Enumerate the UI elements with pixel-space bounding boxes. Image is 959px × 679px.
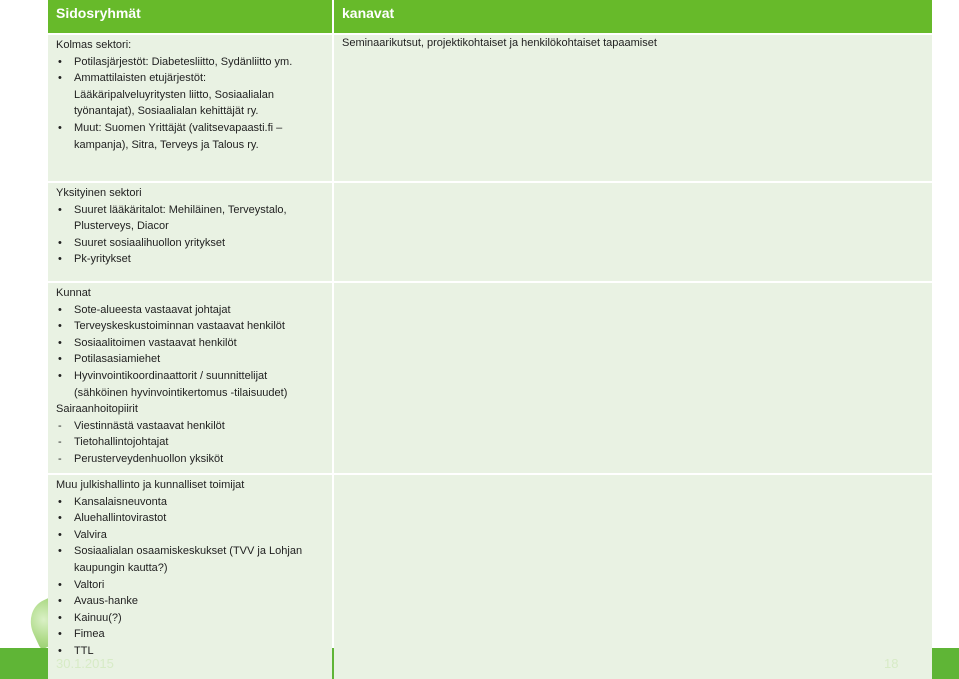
- group-heading: Yksityinen sektori: [56, 187, 142, 199]
- list-item-line: Kainuu(?): [74, 611, 122, 624]
- list-item: - Perusterveydenhuollon yksiköt: [56, 451, 326, 468]
- list-item-line: työnantajat), Sosiaalialan kehittäjät ry…: [74, 105, 259, 118]
- bullet-icon: •: [58, 236, 62, 249]
- bullet-icon: •: [58, 495, 62, 508]
- list-item-line: Plusterveys, Diacor: [74, 220, 169, 233]
- cell-private-sector: Yksityinen sektori • Suuret lääkäritalot: …: [48, 183, 332, 281]
- bullet-icon: •: [58, 353, 62, 366]
- list-item-line: Tietohallintojohtajat: [74, 436, 169, 449]
- list-item: • Muut: Suomen Yrittäjät (valitsevapaasti…: [56, 120, 326, 153]
- bullet-icon: •: [58, 336, 62, 349]
- list-item-line: Valvira: [74, 528, 107, 541]
- list-item-line: Terveyskeskustoiminnan vastaavat henkilö…: [74, 320, 285, 333]
- list-item-line: Suuret lääkäritalot: Mehiläinen, Terveys…: [74, 203, 287, 216]
- list-item: • Suuret lääkäritalot: Mehiläinen, Tervey…: [56, 202, 326, 235]
- list-item: • Potilasjärjestöt: Diabetesliitto, Sydän…: [56, 54, 326, 71]
- bullet-icon: •: [58, 545, 62, 558]
- list-item-line: Sosiaalitoimen vastaavat henkilöt: [74, 336, 237, 349]
- list-item-line: Potilasasiamiehet: [74, 353, 161, 366]
- list-item-line: Perusterveydenhuollon yksiköt: [74, 452, 224, 465]
- list-item-line: Kansalaisneuvonta: [74, 495, 167, 508]
- list-item-line: Muut: Suomen Yrittäjät (valitsevapaasti.…: [74, 121, 283, 134]
- group-heading: Kunnat: [56, 287, 91, 299]
- list-item: • Sosiaalitoimen vastaavat henkilöt: [56, 335, 326, 352]
- dash-marker: -: [58, 452, 62, 465]
- channels-text: Seminaarikutsut, projektikohtaiset ja he…: [342, 37, 657, 49]
- list-item-line: kaupungin kautta?): [74, 561, 168, 574]
- list-item: • Ammattilaisten etujärjestöt: Lääkäripalv…: [56, 70, 326, 120]
- list-item: • Sosiaalialan osaamiskeskukset (TVV ja L…: [56, 543, 326, 576]
- list-item-line: Valtori: [74, 578, 105, 591]
- list-item: • Kansalaisneuvonta: [56, 494, 326, 511]
- group-heading: Kolmas sektori:: [56, 39, 132, 51]
- bullet-icon: •: [58, 512, 62, 525]
- cell-third-sector: Kolmas sektori: • Potilasjärjestöt: Diabet…: [48, 35, 332, 181]
- list-item: • Valtori: [56, 577, 326, 594]
- list-item: • Suuret sosiaalihuollon yritykset: [56, 235, 326, 252]
- list-item-line: Viestinnästä vastaavat henkilöt: [74, 419, 225, 432]
- list-item-line: Hyvinvointikoordinaattorit / suunnitteli…: [74, 369, 268, 382]
- list-item-line: Ammattilaisten etujärjestöt:: [74, 72, 207, 85]
- list-item-line: Aluehallintovirastot: [74, 512, 167, 525]
- list-item-line: Sosiaalialan osaamiskeskukset (TVV ja Lo…: [74, 545, 303, 558]
- footer-date: 30.1.2015: [56, 656, 114, 671]
- list-item: • Kainuu(?): [56, 610, 326, 627]
- bullet-icon: •: [58, 253, 62, 266]
- cell-municipalities: Kunnat • Sote-alueesta vastaavat johtajat •…: [48, 283, 332, 473]
- cell-other-public: Muu julkishallinto ja kunnalliset toimij…: [48, 475, 332, 679]
- cell-private-sector-channels: [334, 183, 932, 281]
- dash-marker: -: [58, 419, 62, 432]
- bullet-icon: •: [58, 628, 62, 641]
- bullet-icon: •: [58, 611, 62, 624]
- cell-other-public-channels: [334, 475, 932, 679]
- page-number: 18: [884, 656, 899, 671]
- list-item: • Sote-alueesta vastaavat johtajat: [56, 302, 326, 319]
- list-item: • Valvira: [56, 527, 326, 544]
- group-heading: Muu julkishallinto ja kunnalliset toimij…: [56, 479, 245, 491]
- header-stakeholders: Sidosryhmät: [48, 0, 332, 33]
- list-item-line: Suuret sosiaalihuollon yritykset: [74, 236, 226, 249]
- list-item-line: (sähköinen hyvinvointikertomus -tilaisuu…: [74, 386, 288, 399]
- bullet-icon: •: [58, 320, 62, 333]
- bullet-icon: •: [58, 528, 62, 541]
- list-item: • Fimea: [56, 626, 326, 643]
- list-item-line: Avaus-hanke: [74, 595, 139, 608]
- dash-marker: -: [58, 436, 62, 449]
- bullet-icon: •: [58, 369, 62, 382]
- list-item: • Terveyskeskustoiminnan vastaavat henkil…: [56, 318, 326, 335]
- list-item-line: Fimea: [74, 628, 105, 641]
- group-heading: Sairaanhoitopiirit: [56, 403, 138, 416]
- bullet-icon: •: [58, 203, 62, 216]
- list-item: • Aluehallintovirastot: [56, 510, 326, 527]
- bullet-icon: •: [58, 578, 62, 591]
- bullet-icon: •: [58, 55, 62, 68]
- list-item-line: Pk-yritykset: [74, 253, 131, 266]
- cell-third-sector-channels: Seminaarikutsut, projektikohtaiset ja he…: [334, 35, 932, 181]
- bullet-icon: •: [58, 121, 62, 134]
- stakeholder-table: Sidosryhmät kanavat Kolmas sektori: • Poti…: [48, 0, 932, 679]
- list-item: • Avaus-hanke: [56, 593, 326, 610]
- header-channels: kanavat: [334, 0, 932, 33]
- list-item: • Hyvinvointikoordinaattorit / suunnittel…: [56, 368, 326, 401]
- table-header-row: Sidosryhmät kanavat: [48, 0, 932, 33]
- bullet-icon: •: [58, 72, 62, 85]
- bullet-icon: •: [58, 595, 62, 608]
- cell-municipalities-channels: [334, 283, 932, 473]
- list-item: • Potilasasiamiehet: [56, 351, 326, 368]
- list-item-line: kampanja), Sitra, Terveys ja Talous ry.: [74, 138, 259, 151]
- list-item: - Viestinnästä vastaavat henkilöt: [56, 418, 326, 435]
- list-item: • Pk-yritykset: [56, 251, 326, 268]
- list-item-line: Lääkäripalveluyritysten liitto, Sosiaali…: [74, 88, 274, 101]
- bullet-icon: •: [58, 303, 62, 316]
- list-item-line: Sote-alueesta vastaavat johtajat: [74, 303, 231, 316]
- list-item: - Tietohallintojohtajat: [56, 434, 326, 451]
- list-item-line: Potilasjärjestöt: Diabetesliitto, Sydänl…: [74, 55, 293, 68]
